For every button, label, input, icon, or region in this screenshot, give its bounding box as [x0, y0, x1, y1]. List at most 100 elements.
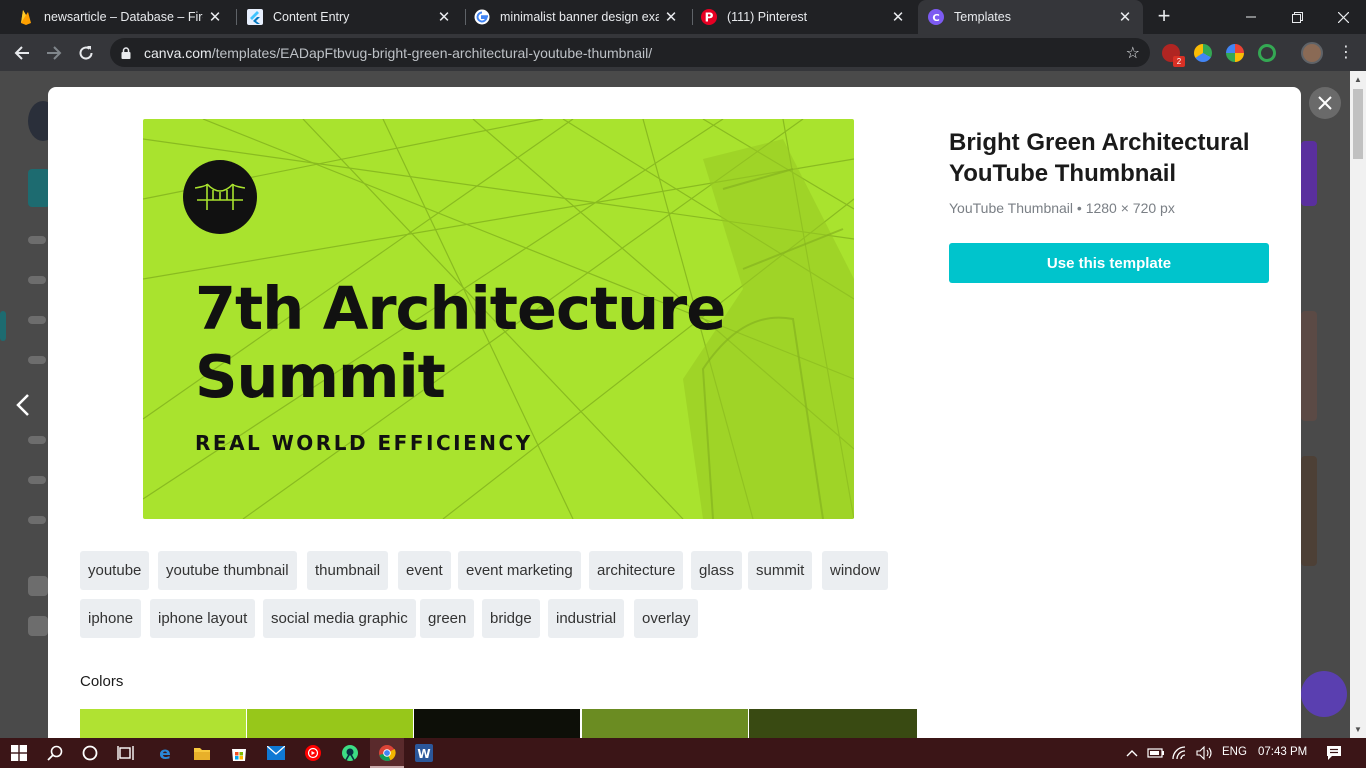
tag-chip[interactable]: summit [748, 551, 813, 590]
tag-chip[interactable]: event marketing [458, 551, 581, 590]
task-view-icon[interactable] [116, 743, 136, 763]
scrollbar-thumb[interactable] [1353, 89, 1363, 159]
close-icon[interactable]: ✕ [1113, 8, 1137, 26]
youtube-music-icon[interactable] [303, 743, 323, 763]
background-block [1301, 141, 1317, 206]
background-block [0, 311, 6, 341]
tab-google-search[interactable]: minimalist banner design exan ✕ [464, 0, 689, 34]
close-icon[interactable]: ✕ [659, 8, 683, 26]
more-menu-icon[interactable]: ⋮ [1336, 42, 1356, 62]
back-button[interactable] [8, 39, 36, 67]
green-circle-extension-icon[interactable] [1258, 44, 1276, 62]
google-icon [474, 9, 490, 25]
android-studio-icon[interactable] [340, 743, 360, 763]
clock[interactable]: 07:43 PM [1258, 746, 1307, 758]
tag-chip[interactable]: social media graphic [263, 599, 416, 638]
extension-badge: 2 [1173, 56, 1185, 67]
tag-chip[interactable]: thumbnail [307, 551, 389, 590]
reload-icon [79, 46, 93, 60]
preview-subline: REAL WORLD EFFICIENCY [195, 431, 533, 455]
mail-icon[interactable] [266, 743, 286, 763]
file-explorer-icon[interactable] [192, 743, 212, 763]
tab-title: newsarticle – Database – Fireb [44, 10, 203, 24]
chrome-extension-icon[interactable] [1226, 44, 1244, 62]
tab-firebase[interactable]: newsarticle – Database – Fireb ✕ [8, 0, 233, 34]
bridge-logo-icon [183, 160, 257, 234]
flutter-icon [247, 9, 263, 25]
battery-icon[interactable] [1146, 743, 1166, 763]
tab-templates[interactable]: C Templates ✕ [918, 0, 1143, 34]
color-swatch[interactable] [414, 709, 580, 738]
cortana-icon[interactable] [80, 743, 100, 763]
color-swatch[interactable] [247, 709, 413, 738]
color-extension-icon[interactable] [1194, 44, 1212, 62]
color-swatch[interactable] [749, 709, 917, 738]
address-bar[interactable]: canva.com/templates/EADapFtbvug-bright-g… [110, 38, 1150, 67]
background-block [28, 169, 50, 207]
tag-chip[interactable]: bridge [482, 599, 540, 638]
close-icon[interactable]: ✕ [432, 8, 456, 26]
tab-title: minimalist banner design exan [500, 10, 659, 24]
svg-text:W: W [417, 747, 430, 761]
reload-button[interactable] [72, 39, 100, 67]
background-block [1301, 671, 1347, 717]
bookmark-star-icon[interactable]: ☆ [1126, 43, 1140, 63]
tag-chip[interactable]: event [398, 551, 451, 590]
minimize-button[interactable] [1228, 0, 1274, 34]
background-block [28, 516, 46, 524]
restore-button[interactable] [1274, 0, 1320, 34]
tag-chip[interactable]: iphone [80, 599, 142, 638]
preview-headline: 7th Architecture Summit [195, 274, 726, 411]
forward-button[interactable] [40, 39, 68, 67]
background-block [28, 616, 48, 636]
close-icon[interactable]: ✕ [886, 8, 910, 26]
tag-chip[interactable]: overlay [634, 599, 699, 638]
wifi-icon[interactable] [1171, 743, 1191, 763]
new-tab-button[interactable]: + [1152, 5, 1176, 29]
arrow-right-icon [47, 46, 62, 60]
close-icon[interactable]: ✕ [203, 8, 227, 26]
store-icon[interactable] [229, 743, 249, 763]
colors-heading: Colors [80, 673, 124, 690]
notifications-icon[interactable] [1324, 743, 1344, 763]
close-modal-button[interactable] [1309, 87, 1341, 119]
tag-chip[interactable]: industrial [548, 599, 625, 638]
use-template-button[interactable]: Use this template [949, 243, 1269, 283]
language-indicator[interactable]: ENG [1222, 746, 1247, 758]
avatar[interactable] [1301, 42, 1323, 64]
chrome-icon[interactable] [377, 743, 397, 763]
tab-content-entry[interactable]: Content Entry ✕ [237, 0, 462, 34]
windows-start-icon[interactable] [9, 743, 29, 763]
tag-chip[interactable]: youtube [80, 551, 150, 590]
tag-chip[interactable]: window [822, 551, 889, 590]
close-window-button[interactable] [1320, 0, 1366, 34]
chevron-up-icon[interactable] [1122, 743, 1142, 763]
background-block [28, 356, 46, 364]
chevron-left-icon [16, 394, 29, 416]
color-swatch[interactable] [80, 709, 246, 738]
background-block [28, 316, 46, 324]
edge-icon[interactable]: e [155, 743, 175, 763]
template-preview-image: 7th Architecture Summit REAL WORLD EFFIC… [143, 119, 854, 519]
search-icon[interactable] [45, 743, 65, 763]
tag-chip[interactable]: youtube thumbnail [158, 551, 297, 590]
word-icon[interactable]: W [414, 743, 434, 763]
tag-chip[interactable]: green [420, 599, 475, 638]
scroll-down-arrow-icon[interactable]: ▼ [1354, 725, 1362, 734]
tab-pinterest[interactable]: P (111) Pinterest ✕ [691, 0, 916, 34]
tag-chip[interactable]: iphone layout [150, 599, 256, 638]
page-scrollbar[interactable]: ▲ ▼ [1350, 71, 1366, 738]
scroll-up-arrow-icon[interactable]: ▲ [1354, 75, 1362, 84]
color-swatch[interactable] [582, 709, 748, 738]
background-block [28, 436, 46, 444]
tab-strip: newsarticle – Database – Fireb ✕ Content… [0, 0, 1366, 34]
arrow-left-icon [14, 46, 29, 60]
previous-template-button[interactable] [10, 392, 36, 424]
tag-chip[interactable]: glass [691, 551, 743, 590]
background-block [28, 276, 46, 284]
tag-chip[interactable]: architecture [589, 551, 684, 590]
volume-icon[interactable] [1195, 743, 1215, 763]
svg-text:e: e [159, 744, 171, 762]
close-icon [1318, 96, 1332, 110]
lock-icon [121, 46, 131, 59]
